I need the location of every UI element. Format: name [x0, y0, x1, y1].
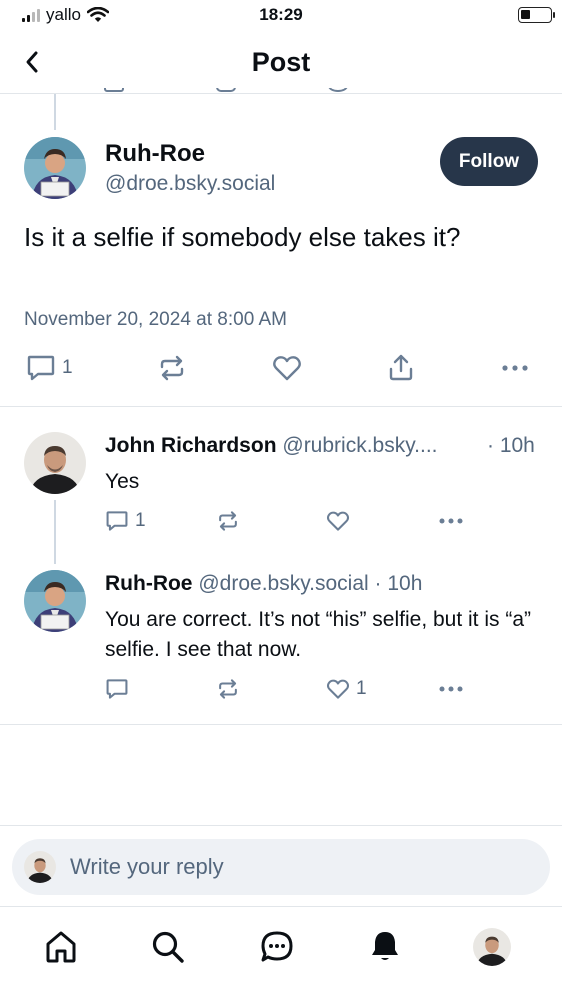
tab-chat[interactable] [257, 927, 297, 967]
main-like-button[interactable] [272, 354, 302, 382]
main-author-name[interactable]: Ruh-Roe [105, 140, 205, 168]
page-title: Post [251, 47, 311, 77]
thread-line [54, 500, 56, 564]
reply-1-reply-count: 1 [135, 510, 146, 531]
follow-button[interactable]: Follow [440, 137, 538, 186]
thread-line [54, 94, 56, 130]
reply-2-text: You are correct. It’s not “his” selfie, … [105, 608, 532, 661]
reply-icon [106, 511, 128, 531]
repost-icon [219, 511, 237, 531]
reply-1-reply-button[interactable]: 1 [105, 510, 146, 532]
main-post-text: Is it a selfie if somebody else takes it… [24, 222, 461, 252]
home-icon [46, 931, 76, 963]
main-reply-button[interactable]: 1 [26, 354, 73, 382]
reply-2-reply-button[interactable] [105, 678, 129, 700]
status-time: 18:29 [259, 5, 303, 24]
parent-post-actions-peek [104, 88, 384, 94]
heart-icon [326, 511, 350, 531]
reply-author-avatar[interactable] [24, 570, 86, 632]
divider [0, 406, 562, 407]
reply-1-text: Yes [105, 470, 140, 493]
reply-1-author-name[interactable]: John Richardson [105, 434, 277, 457]
reply-2-meta: Ruh-Roe @droe.bsky.social · 10h [105, 572, 422, 596]
tab-notifications[interactable] [365, 927, 405, 967]
reply-2-like-count: 1 [356, 678, 367, 699]
main-more-button[interactable] [500, 358, 530, 378]
repost-icon [219, 679, 237, 699]
main-share-button[interactable] [387, 352, 415, 382]
reply-1-meta: John Richardson @rubrick.bsky.... [105, 434, 438, 458]
bell-icon [372, 932, 398, 960]
chat-icon [261, 931, 293, 962]
main-author-avatar[interactable] [24, 137, 86, 199]
tab-search[interactable] [148, 927, 188, 967]
main-reply-count: 1 [62, 357, 73, 378]
header: Post [0, 32, 562, 94]
reply-1-like-button[interactable] [326, 510, 350, 532]
more-icon [439, 686, 463, 692]
reply-2-like-button[interactable]: 1 [326, 678, 367, 700]
reply-icon [27, 355, 55, 381]
divider [0, 724, 562, 725]
reply-1-more-button[interactable] [437, 512, 465, 530]
tab-home[interactable] [41, 927, 81, 967]
status-bar: yallo 18:29 [0, 0, 562, 32]
reply-icon [106, 679, 128, 699]
repost-icon [160, 355, 184, 381]
reply-2-time: · 10h [374, 572, 423, 595]
reply-1-author-handle[interactable]: @rubrick.bsky.... [282, 434, 437, 457]
reply-1-time: · 10h [487, 434, 535, 457]
reply-1-repost-button[interactable] [216, 510, 240, 532]
more-icon [439, 518, 463, 524]
reply-compose-input[interactable]: Write your reply [12, 839, 550, 895]
divider [0, 825, 562, 826]
main-repost-button[interactable] [157, 354, 187, 382]
battery-icon [518, 7, 555, 23]
heart-icon [273, 356, 301, 381]
reply-author-avatar[interactable] [24, 432, 86, 494]
tab-bar [0, 906, 562, 1000]
compose-avatar [24, 851, 56, 883]
main-author-handle[interactable]: @droe.bsky.social [105, 172, 275, 196]
search-icon [152, 931, 184, 963]
profile-avatar [473, 928, 511, 966]
heart-icon [326, 679, 350, 699]
reply-2-author-name[interactable]: Ruh-Roe [105, 572, 193, 595]
compose-placeholder: Write your reply [70, 854, 224, 879]
share-icon [389, 354, 413, 381]
reply-2-repost-button[interactable] [216, 678, 240, 700]
more-icon [502, 365, 528, 371]
reply-2-more-button[interactable] [437, 680, 465, 698]
reply-2-author-handle[interactable]: @droe.bsky.social [198, 572, 368, 595]
main-post-timestamp: November 20, 2024 at 8:00 AM [24, 309, 287, 330]
tab-profile[interactable] [472, 927, 512, 967]
